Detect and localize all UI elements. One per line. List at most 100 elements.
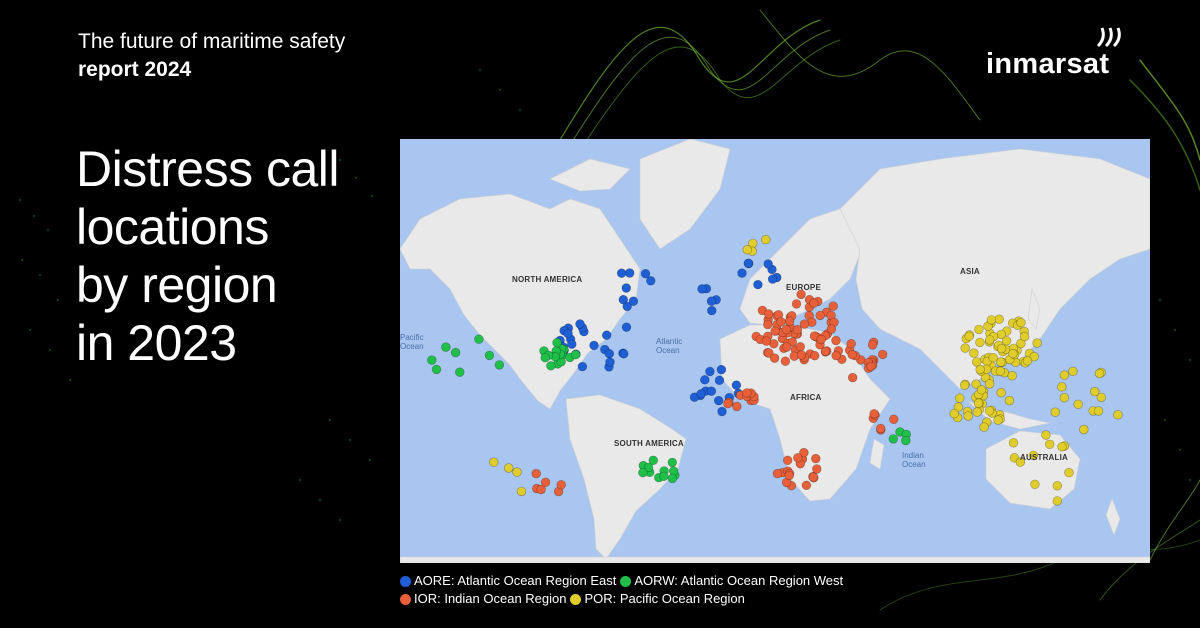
distress-dot-por [986,315,997,325]
distress-dot-por [976,385,987,395]
distress-dot-ior [876,423,886,434]
distress-dot-por [503,463,514,473]
distress-dot-por [969,348,979,358]
distress-dot-por [972,407,982,417]
legend-label-aorw: AORW: Atlantic Ocean Region West [634,573,844,588]
distress-dot-ior [828,301,838,311]
distress-dot-por [1059,370,1070,380]
legend-item-ior: IOR: Indian Ocean Region [400,590,566,608]
distress-dot-aorw [901,435,911,446]
distress-dot-por [994,314,1004,324]
distress-dot-ior [815,310,825,321]
distress-dot-por [973,398,984,408]
distress-dot-aore [700,375,710,385]
map-canvas [400,139,1150,563]
distress-dot-ior [801,480,812,490]
distress-dot-aorw [441,342,451,352]
distress-dot-ior [811,453,821,464]
distress-dot-aore [621,283,632,293]
report-subtitle: The future of maritime safety [78,30,346,53]
land-arctic-islands [549,158,631,192]
distress-dot-ior [878,349,888,360]
label-pacific-ocean: Pacific Ocean [400,333,424,351]
distress-dot-por [1079,424,1089,435]
distress-dot-aore [705,366,715,377]
report-year: report 2024 [78,58,192,81]
distress-dot-ior [867,340,878,350]
land-europe [739,208,863,326]
legend-dot-ior [400,593,411,605]
label-europe: EUROPE [786,283,821,292]
distress-dot-aore [589,340,599,351]
distress-dot-aorw [570,350,581,360]
distress-dot-por [516,486,527,497]
distress-dot-por [964,331,974,342]
label-africa: AFRICA [790,393,822,402]
distress-dot-por [1090,386,1100,397]
distress-dot-por [1094,368,1105,379]
distress-dot-por [1057,442,1067,452]
distress-dot-ior [796,350,807,360]
world-map: NORTH AMERICA SOUTH AMERICA EUROPE AFRIC… [400,139,1150,563]
distress-dot-ior [770,326,780,336]
distress-dot-ior [769,353,780,363]
distress-dot-ior [783,455,793,465]
distress-dot-ior [763,319,773,330]
title-line-1: Distress call [76,141,339,197]
distress-dot-aore [706,386,717,396]
label-australia: AUSTRALIA [1020,453,1069,462]
distress-dot-ior [846,339,856,349]
distress-dot-ior [764,309,774,319]
land-madagascar [869,438,885,470]
distress-dot-ior [793,453,803,463]
distress-dot-por [984,406,995,416]
distress-dot-por [1064,467,1074,478]
distress-dot-por [996,329,1006,340]
distress-dot-ior [772,468,783,479]
distress-dot-ior [812,464,822,474]
distress-dot-aorw [552,338,562,348]
distress-dot-aorw [546,361,556,371]
distress-dot-aorw [494,360,505,370]
distress-dot-ior [782,342,792,352]
distress-dot-por [979,422,989,432]
distress-dot-aore [731,380,742,390]
distress-dot-por [975,364,985,375]
legend-label-aore: AORE: Atlantic Ocean Region East [414,573,617,588]
title-line-2: locations [76,199,269,255]
distress-dot-ior [869,409,879,419]
distress-dot-aore [604,349,615,359]
legend-item-aorw: AORW: Atlantic Ocean Region West [620,572,843,590]
distress-dot-aorw [659,471,669,481]
distress-dot-aore [737,268,747,278]
distress-dot-aore [618,295,629,305]
title-line-3: by region [76,257,278,313]
distress-dot-ior [732,401,742,412]
distress-dot-aorw [648,455,659,465]
distress-dot-por [960,343,970,353]
distress-dot-ior [848,372,858,383]
distress-dot-por [1052,481,1062,491]
label-asia: ASIA [960,267,980,276]
distress-dot-aorw [474,334,484,344]
distress-dot-aorw [667,457,677,468]
distress-dot-aore [625,268,635,278]
distress-dot-por [975,337,985,348]
land-new-zealand [1105,498,1121,536]
distress-dot-aore [628,296,639,306]
label-atlantic-ocean: Atlantic Ocean [656,337,683,355]
distress-dot-por [1093,406,1104,416]
legend-label-ior: IOR: Indian Ocean Region [414,591,567,606]
distress-dot-por [489,457,499,467]
distress-dot-por [995,366,1006,376]
distress-dot-por [1032,338,1042,348]
page-title: Distress call locations by region in 202… [76,140,406,372]
distress-dot-ior [556,480,566,490]
distress-dot-por [984,379,995,389]
land-greenland [639,139,731,250]
distress-dot-aorw [484,350,495,361]
distress-dot-ior [761,336,772,346]
land-antarctica [400,556,1150,563]
legend-label-por: POR: Pacific Ocean Region [584,591,745,606]
distress-dot-ior [531,468,541,479]
